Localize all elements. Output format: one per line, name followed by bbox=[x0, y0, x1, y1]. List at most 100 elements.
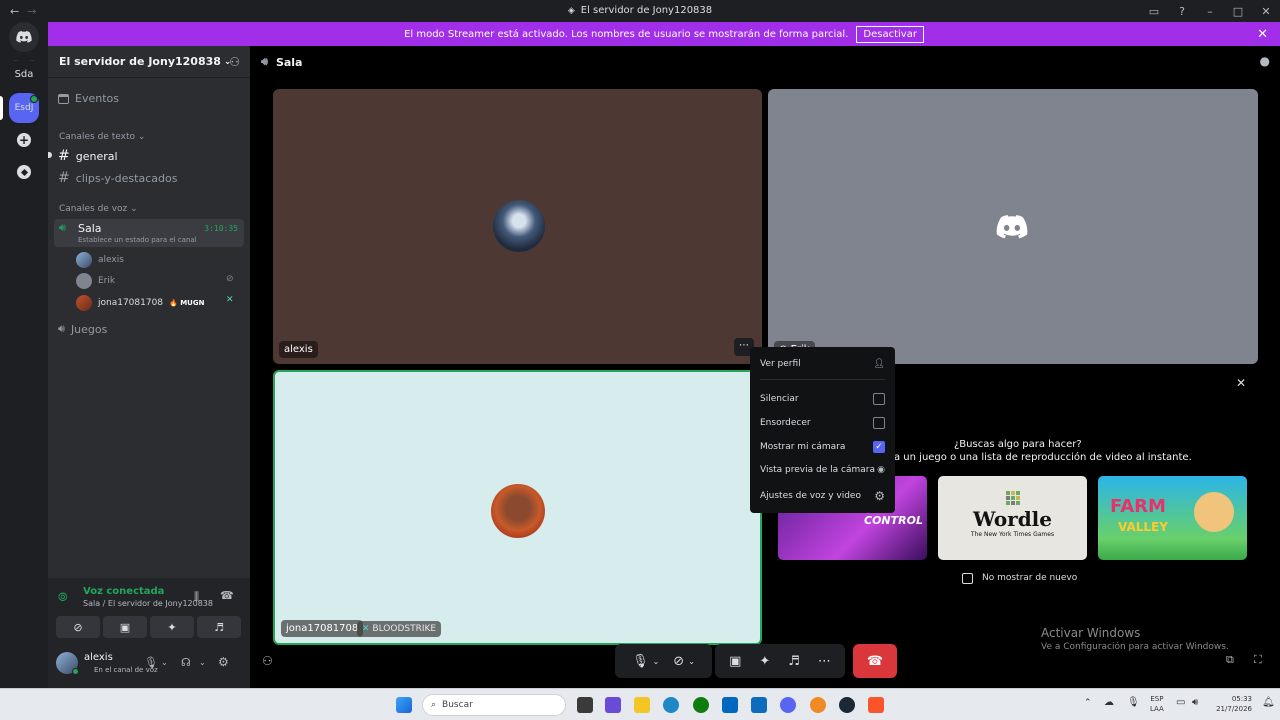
channel-general[interactable]: # general bbox=[58, 148, 118, 164]
chevron-down-icon[interactable]: ⌄ bbox=[199, 658, 206, 667]
avatar bbox=[493, 200, 545, 252]
events-item[interactable]: Eventos bbox=[58, 92, 119, 105]
tray-mic-icon[interactable]: 🎙︎ bbox=[1127, 697, 1140, 708]
video-tile-jona[interactable]: jona17081708 ✕ BLOODSTRIKE bbox=[273, 370, 762, 645]
dont-show-checkbox[interactable] bbox=[962, 573, 973, 584]
hash-icon: # bbox=[58, 170, 70, 186]
avatar bbox=[76, 273, 92, 289]
menu-av-settings[interactable]: Ajustes de voz y video ⚙ bbox=[760, 489, 885, 503]
soundboard-icon: ♬ bbox=[214, 620, 224, 634]
voice-channel-sala[interactable]: 🔊︎ Sala 3:10:35 Establece un estado para… bbox=[54, 219, 244, 247]
headphones-icon[interactable]: ☊ bbox=[181, 656, 191, 669]
call-controls: 🎙︎ ⌄ ⊘ ⌄ ▣ ✦ ♬ ⋯ ☎ bbox=[615, 644, 897, 678]
disconnect-button[interactable]: ☎ bbox=[853, 644, 897, 678]
discord-taskbar-icon[interactable] bbox=[780, 697, 796, 713]
search-icon: ⌕ bbox=[431, 700, 437, 710]
menu-view-profile[interactable]: Ver perfil 👤︎ bbox=[760, 359, 885, 369]
file-explorer-icon[interactable] bbox=[634, 697, 650, 713]
chevron-down-icon[interactable]: ⌄ bbox=[688, 657, 695, 666]
settings-icon[interactable]: ⚙ bbox=[218, 655, 229, 669]
activity-card-wordle[interactable]: Wordle The New York Times Games bbox=[938, 476, 1087, 560]
mic-icon[interactable]: 🎙︎ bbox=[632, 654, 649, 669]
edge-icon[interactable] bbox=[663, 697, 679, 713]
activity-group: ▣ ✦ ♬ ⋯ bbox=[715, 644, 845, 678]
invite-icon[interactable]: ⚇ bbox=[262, 654, 273, 668]
mic-app-icon[interactable] bbox=[810, 697, 826, 713]
menu-show-camera[interactable]: Mostrar mi cámara ✓ bbox=[760, 441, 885, 453]
chat-icon[interactable]: ● bbox=[1260, 54, 1270, 68]
noise-icon[interactable]: ⫼ bbox=[194, 590, 199, 604]
explore-button[interactable] bbox=[9, 157, 39, 187]
chevron-down-icon[interactable]: ⌄ bbox=[653, 657, 660, 666]
camera-toggle-button[interactable]: ⊘ bbox=[56, 616, 100, 638]
maximize-button[interactable]: □ bbox=[1224, 5, 1252, 18]
activity-subtitle: a un juego o una lista de reproducción d… bbox=[894, 452, 1192, 463]
steam-icon[interactable] bbox=[839, 697, 855, 713]
voice-user-jona[interactable]: jona17081708 🔥 MUGN ✕ bbox=[76, 295, 234, 311]
close-activity-icon[interactable]: ✕ bbox=[1236, 376, 1246, 390]
rocket-icon: ✦ bbox=[167, 620, 177, 634]
menu-mute[interactable]: Silenciar bbox=[760, 393, 885, 405]
screen-share-icon[interactable]: ▣ bbox=[729, 654, 741, 669]
more-options-icon[interactable]: ⋯ bbox=[818, 654, 831, 669]
task-view-icon[interactable] bbox=[577, 697, 593, 713]
plus-icon: + bbox=[17, 133, 31, 147]
mic-icon[interactable]: 🎙︎ bbox=[144, 656, 158, 669]
outlook-icon[interactable] bbox=[751, 697, 767, 713]
voice-user-erik[interactable]: Erik ⊘ bbox=[76, 273, 234, 289]
channel-clips[interactable]: # clips-y-destacados bbox=[58, 170, 177, 186]
deactivate-button[interactable]: Desactivar bbox=[856, 25, 924, 43]
onedrive-icon[interactable]: ☁ bbox=[1104, 697, 1114, 708]
fullscreen-icon[interactable]: ⛶ bbox=[1254, 653, 1262, 667]
network-icon[interactable]: ▭ bbox=[1176, 697, 1185, 708]
store-icon[interactable] bbox=[722, 697, 738, 713]
minimize-button[interactable]: – bbox=[1196, 5, 1224, 18]
text-category[interactable]: Canales de texto ⌄ bbox=[59, 132, 145, 142]
add-server-button[interactable]: + bbox=[9, 125, 39, 155]
menu-deafen[interactable]: Ensordecer bbox=[760, 417, 885, 429]
user-name: alexis bbox=[84, 652, 113, 663]
guild-header[interactable]: El servidor de Jony120838 ⌄ ⚇ bbox=[48, 46, 250, 78]
volume-icon[interactable]: 🔊︎ bbox=[1192, 697, 1198, 708]
video-tile-erik[interactable]: ⊘ Erik bbox=[768, 89, 1258, 364]
mic-camera-group: 🎙︎ ⌄ ⊘ ⌄ bbox=[615, 644, 712, 678]
channel-status[interactable]: Establece un estado para el canal bbox=[78, 236, 197, 244]
voice-channel-juegos[interactable]: 🔊︎ Juegos bbox=[58, 322, 107, 336]
windows-start-icon[interactable] bbox=[396, 697, 412, 713]
chevron-down-icon[interactable]: ⌄ bbox=[161, 658, 168, 667]
game-app-icon[interactable] bbox=[605, 697, 621, 713]
clock[interactable]: 05:33 21/7/2026 bbox=[1212, 694, 1252, 714]
voice-user-alexis[interactable]: alexis bbox=[76, 252, 124, 268]
help-icon[interactable]: ? bbox=[1168, 5, 1196, 18]
brave-icon[interactable] bbox=[868, 697, 884, 713]
tray-chevron-icon[interactable]: ⌃ bbox=[1084, 698, 1092, 708]
camera-off-icon[interactable]: ⊘ bbox=[673, 654, 684, 669]
add-member-icon[interactable]: ⚇ bbox=[229, 55, 240, 69]
notification-icon[interactable]: 🔔︎ bbox=[1262, 697, 1275, 708]
popout-icon[interactable]: ⧉ bbox=[1226, 653, 1234, 667]
soundboard-button[interactable]: ♬ bbox=[197, 616, 241, 638]
server-sda[interactable]: Sda bbox=[9, 59, 39, 89]
video-tile-alexis[interactable]: alexis ⋯ bbox=[273, 89, 762, 364]
discord-home-button[interactable] bbox=[9, 22, 39, 52]
activities-icon[interactable]: ✦ bbox=[759, 654, 770, 669]
wordle-grid-icon bbox=[1005, 491, 1020, 505]
soundboard-icon[interactable]: ♬ bbox=[788, 654, 800, 669]
hangup-icon: ☎ bbox=[866, 653, 884, 669]
voice-category[interactable]: Canales de voz ⌄ bbox=[59, 204, 138, 214]
tile-label: jona17081708 bbox=[281, 620, 364, 637]
close-banner-icon[interactable]: ✕ bbox=[1257, 27, 1268, 42]
language-indicator[interactable]: ESP LAA bbox=[1150, 694, 1164, 714]
dont-show-label: No mostrar de nuevo bbox=[982, 573, 1078, 583]
activity-card-farm[interactable]: FARM VALLEY bbox=[1098, 476, 1247, 560]
menu-camera-preview[interactable]: Vista previa de la cámara ◉ bbox=[760, 465, 885, 475]
screen-share-button[interactable]: ▣ bbox=[103, 616, 147, 638]
taskbar-search[interactable]: ⌕ Buscar bbox=[422, 694, 566, 716]
activities-button[interactable]: ✦ bbox=[150, 616, 194, 638]
voice-status[interactable]: Voz conectada bbox=[83, 586, 164, 597]
disconnect-icon[interactable]: ☎ bbox=[220, 589, 234, 602]
xbox-icon[interactable] bbox=[693, 697, 709, 713]
inbox-icon[interactable]: ▭ bbox=[1140, 5, 1168, 18]
close-button[interactable]: ✕ bbox=[1252, 5, 1280, 18]
discord-logo-icon bbox=[16, 31, 32, 43]
